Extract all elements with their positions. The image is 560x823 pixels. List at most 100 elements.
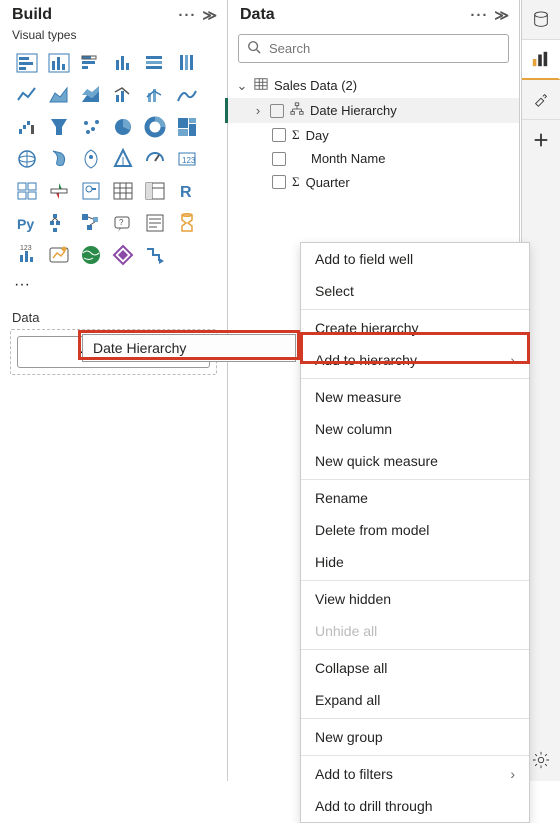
ctx-collapse-all[interactable]: Collapse all (301, 652, 529, 684)
fields-tree: ⌄ Sales Data (2) › Date Hierarchy Σ Day (228, 69, 519, 194)
field-label: Quarter (306, 175, 350, 190)
viz-matrix[interactable] (140, 176, 170, 206)
ctx-new-measure[interactable]: New measure (301, 381, 529, 413)
sigma-icon: Σ (292, 127, 300, 143)
ctx-select[interactable]: Select (301, 275, 529, 307)
field-day[interactable]: Σ Day (228, 123, 519, 147)
viz-paginated[interactable] (172, 208, 202, 238)
viz-flow[interactable] (172, 240, 202, 270)
viz-power-automate[interactable] (44, 240, 74, 270)
viz-table[interactable] (108, 176, 138, 206)
viz-azure-map[interactable] (76, 144, 106, 174)
svg-text:123: 123 (20, 245, 32, 252)
viz-scatter[interactable] (76, 112, 106, 142)
viz-globe[interactable] (108, 240, 138, 270)
build-more-icon[interactable]: ··· (178, 7, 196, 24)
search-icon (247, 40, 261, 57)
field-month-name[interactable]: Month Name (228, 147, 519, 170)
viz-waterfall[interactable] (12, 112, 42, 142)
ctx-view-hidden[interactable]: View hidden (301, 583, 529, 615)
rail-data-icon[interactable] (522, 0, 560, 40)
chevron-right-icon: › (510, 352, 515, 368)
viz-power-apps[interactable]: 123 (12, 240, 42, 270)
rail-build-icon[interactable] (522, 40, 560, 80)
rail-add-icon[interactable] (522, 120, 560, 160)
ctx-delete[interactable]: Delete from model (301, 514, 529, 546)
viz-python-visual[interactable]: Py (12, 208, 42, 238)
viz-r-visual[interactable]: R (172, 176, 202, 206)
viz-multi-card[interactable] (12, 176, 42, 206)
table-icon (254, 77, 268, 94)
viz-stacked-bar[interactable] (12, 48, 42, 78)
viz-card[interactable]: 123 (172, 144, 202, 174)
viz-more-icon[interactable]: ··· (0, 274, 227, 302)
ctx-new-column[interactable]: New column (301, 413, 529, 445)
field-label: Day (306, 128, 329, 143)
viz-qa[interactable]: ? (108, 208, 138, 238)
viz-area[interactable] (44, 80, 74, 110)
data-more-icon[interactable]: ··· (470, 7, 488, 24)
table-name: Sales Data (2) (274, 78, 357, 93)
viz-diamond[interactable] (140, 240, 170, 270)
viz-line-stacked[interactable] (140, 80, 170, 110)
data-collapse-icon[interactable]: ≫ (494, 7, 509, 24)
visual-types-label: Visual types (0, 28, 227, 46)
sigma-icon: Σ (292, 174, 300, 190)
field-quarter[interactable]: Σ Quarter (228, 170, 519, 194)
viz-donut[interactable] (140, 112, 170, 142)
viz-clustered-column[interactable] (108, 48, 138, 78)
table-row[interactable]: ⌄ Sales Data (2) (228, 73, 519, 98)
checkbox[interactable] (272, 175, 286, 189)
viz-ai-visual[interactable] (76, 240, 106, 270)
ctx-unhide-all: Unhide all (301, 615, 529, 647)
checkbox[interactable] (272, 128, 286, 142)
viz-100-stacked-column[interactable] (172, 48, 202, 78)
field-label: Date Hierarchy (310, 103, 397, 118)
viz-treemap[interactable] (172, 112, 202, 142)
ctx-add-field[interactable]: Add to field well (301, 243, 529, 275)
viz-kpi[interactable] (44, 176, 74, 206)
viz-key-influencers[interactable] (44, 208, 74, 238)
visual-types-grid: 123 R Py? 123 (0, 46, 227, 274)
viz-line[interactable] (12, 80, 42, 110)
checkbox[interactable] (270, 104, 284, 118)
viz-pie[interactable] (108, 112, 138, 142)
chevron-right-icon[interactable]: › (252, 103, 264, 118)
ctx-hide[interactable]: Hide (301, 546, 529, 578)
viz-line-clustered[interactable] (108, 80, 138, 110)
chip-label: Date Hierarchy (93, 340, 186, 356)
ctx-add-filters[interactable]: Add to filters› (301, 758, 529, 790)
viz-funnel[interactable] (44, 112, 74, 142)
ctx-expand-all[interactable]: Expand all (301, 684, 529, 716)
svg-text:R: R (180, 184, 192, 201)
rail-format-icon[interactable] (522, 80, 560, 120)
field-date-hierarchy[interactable]: › Date Hierarchy (225, 98, 519, 123)
build-pane: Build ··· ≫ Visual types 123RPy?123 ··· … (0, 0, 228, 781)
viz-narrative[interactable] (140, 208, 170, 238)
field-label: Month Name (311, 151, 385, 166)
viz-ribbon[interactable] (172, 80, 202, 110)
context-menu: Add to field well Select Create hierarch… (300, 242, 530, 823)
search-input[interactable] (267, 40, 500, 57)
viz-filled-map[interactable] (44, 144, 74, 174)
ctx-rename[interactable]: Rename (301, 482, 529, 514)
ctx-add-hierarchy[interactable]: Add to hierarchy› (301, 344, 529, 376)
viz-stacked-area[interactable] (76, 80, 106, 110)
drag-chip-date-hierarchy[interactable]: Date Hierarchy (82, 334, 296, 362)
search-field[interactable] (238, 34, 509, 63)
ctx-add-drill[interactable]: Add to drill through (301, 790, 529, 822)
viz-decomposition[interactable] (76, 208, 106, 238)
chevron-down-icon[interactable]: ⌄ (236, 78, 248, 94)
ctx-new-group[interactable]: New group (301, 721, 529, 753)
viz-slicer[interactable] (76, 176, 106, 206)
viz-100-stacked-bar[interactable] (140, 48, 170, 78)
checkbox[interactable] (272, 152, 286, 166)
viz-arcgis[interactable] (108, 144, 138, 174)
ctx-new-quick-measure[interactable]: New quick measure (301, 445, 529, 477)
build-collapse-icon[interactable]: ≫ (202, 7, 217, 24)
viz-gauge[interactable] (140, 144, 170, 174)
viz-clustered-bar[interactable] (76, 48, 106, 78)
ctx-create-hierarchy[interactable]: Create hierarchy (301, 312, 529, 344)
viz-stacked-column[interactable] (44, 48, 74, 78)
viz-map[interactable] (12, 144, 42, 174)
